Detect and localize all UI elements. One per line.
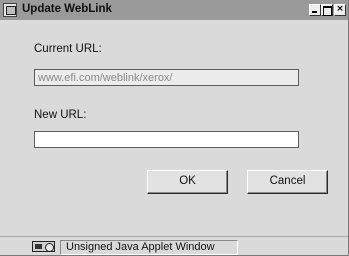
cancel-button[interactable]: Cancel — [247, 170, 328, 194]
ok-button[interactable]: OK — [147, 170, 228, 194]
title-bar[interactable]: Update WebLink × — [0, 0, 348, 20]
close-button[interactable]: × — [334, 4, 346, 16]
current-url-field[interactable] — [34, 69, 299, 86]
new-url-label: New URL: — [34, 109, 87, 121]
new-url-field[interactable] — [34, 131, 299, 148]
applet-warning-icon — [32, 241, 55, 252]
minimize-button[interactable] — [309, 4, 321, 16]
status-text: Unsigned Java Applet Window — [66, 241, 215, 253]
current-url-label: Current URL: — [34, 43, 102, 55]
update-weblink-window: Update WebLink × Current URL: New URL: O… — [0, 0, 349, 256]
window-app-icon[interactable] — [3, 3, 17, 17]
window-title: Update WebLink — [22, 3, 112, 15]
maximize-button[interactable] — [321, 4, 333, 16]
status-bar: Unsigned Java Applet Window — [0, 236, 348, 255]
